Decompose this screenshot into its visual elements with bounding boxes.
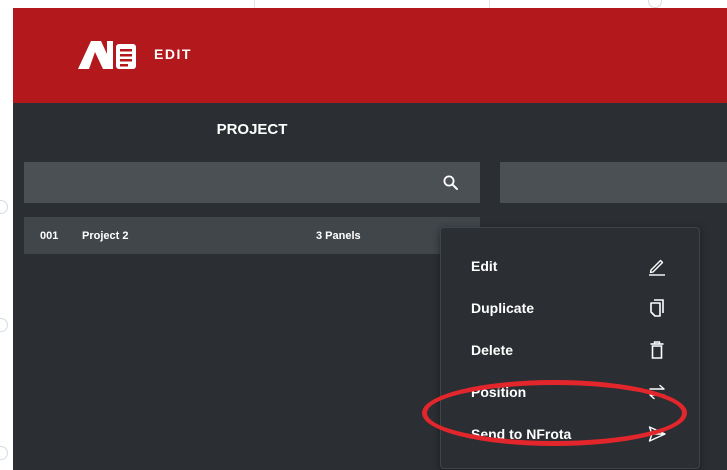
- project-number: 001: [40, 230, 59, 242]
- background-circle: [0, 200, 8, 214]
- app-logo-icon[interactable]: [77, 39, 139, 71]
- swap-arrows-icon: [649, 384, 665, 400]
- copy-icon: [650, 299, 664, 317]
- background-line: [254, 0, 255, 8]
- app-mode-label: EDIT: [154, 46, 192, 62]
- menu-item-label: Edit: [471, 258, 498, 274]
- context-menu: Edit Duplicate Delete Position Send to N…: [440, 227, 700, 469]
- background-line: [489, 0, 490, 8]
- menu-item-label: Delete: [471, 342, 514, 358]
- page-title: PROJECT: [216, 121, 288, 138]
- background-circle: [0, 318, 8, 332]
- table-row[interactable]: 001 Project 2 3 Panels: [24, 217, 480, 254]
- search-icon[interactable]: [442, 174, 460, 192]
- menu-item-label: Send to NFrota: [471, 426, 572, 442]
- menu-item-duplicate[interactable]: Duplicate: [441, 290, 699, 326]
- project-name: Project 2: [82, 230, 129, 242]
- menu-item-edit[interactable]: Edit: [441, 248, 699, 284]
- menu-item-delete[interactable]: Delete: [441, 332, 699, 368]
- menu-item-send-to-nfrota[interactable]: Send to NFrota: [441, 416, 699, 452]
- background-circle: [648, 0, 662, 8]
- trash-icon: [650, 341, 664, 359]
- menu-item-label: Duplicate: [471, 300, 535, 316]
- header-bar: EDIT: [13, 8, 727, 103]
- pencil-icon: [649, 259, 665, 276]
- menu-item-position[interactable]: Position: [441, 374, 699, 410]
- search-input[interactable]: [24, 162, 480, 203]
- app-window: EDIT PROJECT 001 Project 2 3 Panels Edit…: [13, 8, 727, 470]
- project-panels-count: 3 Panels: [316, 230, 361, 242]
- right-panel-bar: [500, 162, 727, 203]
- send-icon: [648, 426, 666, 442]
- menu-item-label: Position: [471, 384, 527, 400]
- background-circle: [0, 446, 8, 460]
